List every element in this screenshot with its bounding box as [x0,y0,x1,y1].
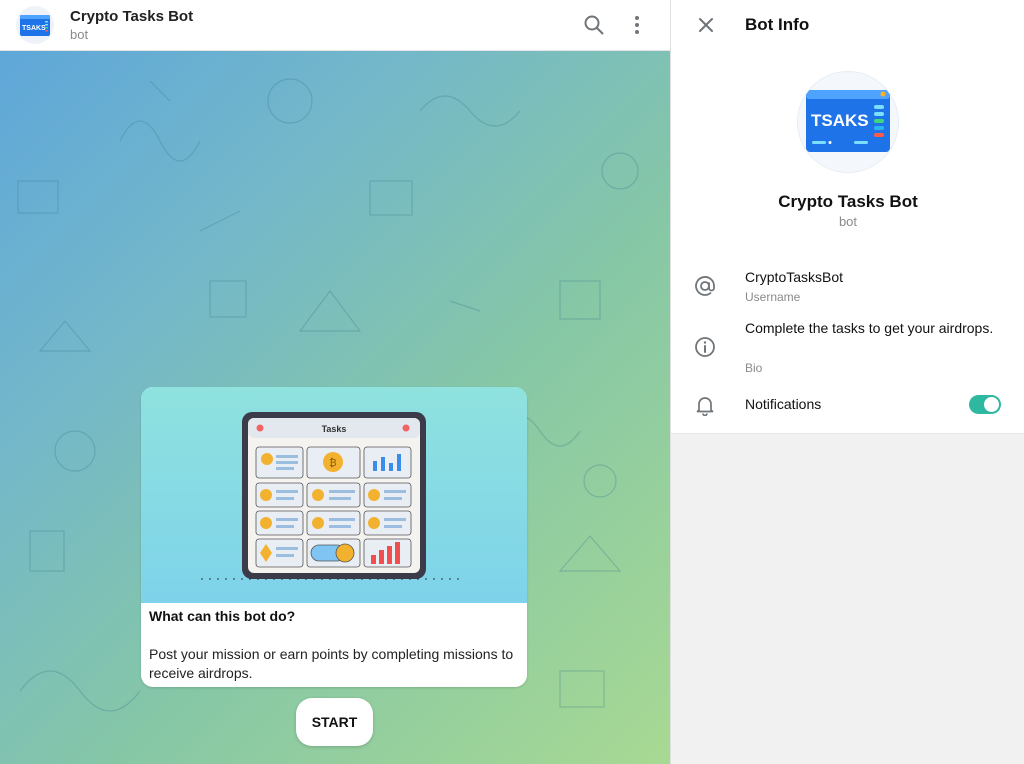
tsaks-logo-icon: TSAKS [806,90,890,152]
panel-title: Bot Info [745,15,810,34]
notifications-toggle[interactable] [969,395,1001,414]
bio-value: Complete the tasks to get your airdrops. [745,320,994,336]
avatar-logo-text: TSAKS [22,25,46,32]
bot-intro-image: Tasks ₿ [141,387,527,603]
search-button[interactable] [582,13,606,37]
toggle-knob [984,397,999,412]
card-title: What can this bot do? [149,608,296,624]
chat-title: Crypto Tasks Bot [70,8,194,25]
chat-area: TSAKS Crypto Tasks Bot bot Tasks ₿ What … [0,0,670,764]
bot-info-panel: Bot Info TSAKS Crypto Tasks Bot bot Cryp… [670,0,1024,764]
bell-icon [694,394,716,417]
more-vertical-icon [635,16,639,34]
chat-header[interactable]: TSAKS Crypto Tasks Bot bot [0,0,670,51]
username-value: CryptoTasksBot [745,269,844,285]
card-description: Post your mission or earn points by comp… [149,646,514,681]
more-options-button[interactable] [625,13,649,37]
profile-subtitle: bot [838,214,858,229]
notifications-label: Notifications [745,396,822,412]
close-icon [699,18,713,32]
profile-avatar[interactable]: TSAKS [797,71,899,173]
profile-name: Crypto Tasks Bot [778,192,918,211]
bio-label: Bio [745,361,763,375]
bot-intro-card: Tasks ₿ What can this bot do? Post your … [141,387,527,687]
bot-info-card: Bot Info TSAKS Crypto Tasks Bot bot Cryp… [671,0,1024,434]
chat-subtitle: bot [70,27,89,42]
at-sign-icon [694,275,716,297]
svg-text:₿: ₿ [329,457,336,469]
search-icon [584,15,604,35]
tablet-header-label: Tasks [322,424,347,434]
start-button[interactable]: START [296,698,373,746]
close-panel-button[interactable] [695,14,717,36]
bot-avatar[interactable]: TSAKS [16,6,54,44]
info-icon [694,336,716,358]
tasks-tablet-illustration-icon: Tasks ₿ [201,412,461,580]
profile-logo-text: TSAKS [811,111,869,130]
tsaks-logo-icon: TSAKS [20,15,50,36]
username-label: Username [745,290,801,304]
